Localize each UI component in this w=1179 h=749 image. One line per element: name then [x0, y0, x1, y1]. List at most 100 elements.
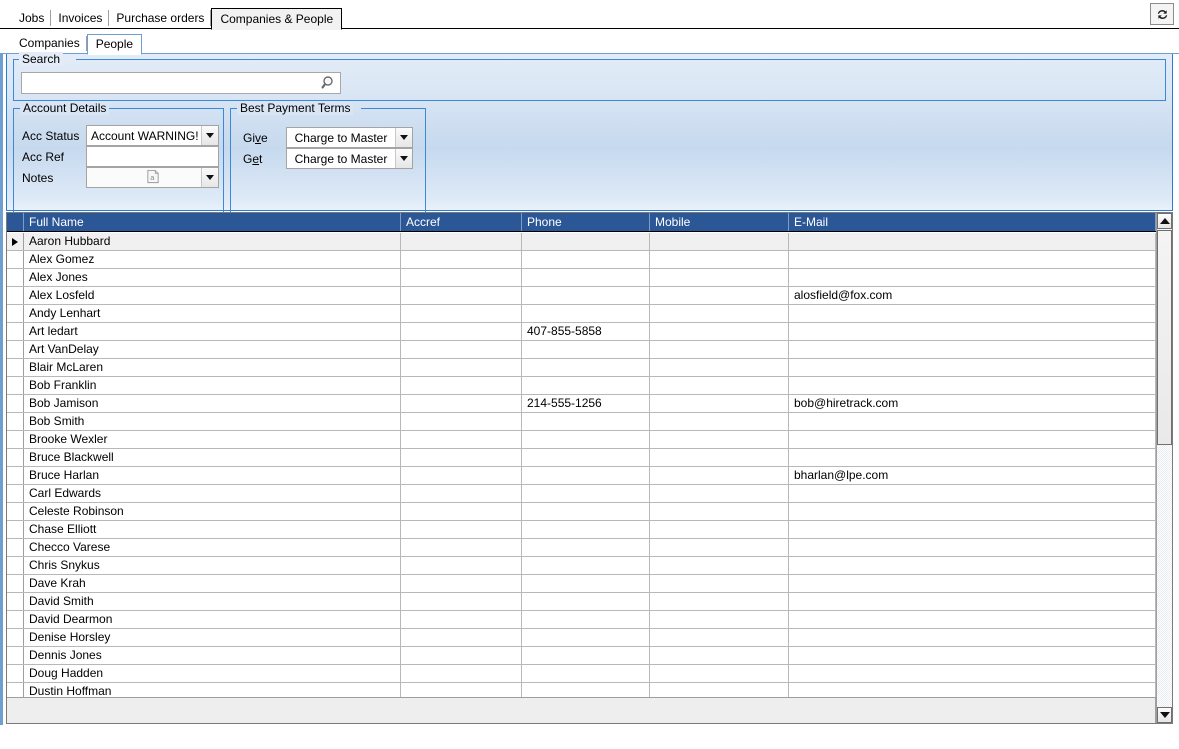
grid-column-header-email[interactable]: E-Mail	[789, 213, 1156, 231]
cell-email[interactable]	[789, 539, 1156, 556]
cell-full-name[interactable]: Aaron Hubbard	[24, 233, 401, 250]
cell-email[interactable]: bharlan@lpe.com	[789, 467, 1156, 484]
cell-phone[interactable]	[522, 359, 650, 376]
cell-mobile[interactable]	[650, 485, 789, 502]
cell-email[interactable]	[789, 323, 1156, 340]
chevron-down-icon[interactable]	[395, 128, 412, 147]
cell-full-name[interactable]: Bob Jamison	[24, 395, 401, 412]
cell-mobile[interactable]	[650, 323, 789, 340]
cell-email[interactable]	[789, 341, 1156, 358]
row-indicator-cell[interactable]	[7, 305, 24, 322]
chevron-down-icon[interactable]	[395, 149, 412, 168]
grid-column-header-indicator[interactable]	[7, 213, 24, 231]
table-row[interactable]: Doug Hadden	[7, 665, 1156, 683]
tab-purchase-orders[interactable]: Purchase orders	[109, 7, 211, 29]
cell-mobile[interactable]	[650, 665, 789, 682]
row-indicator-cell[interactable]	[7, 557, 24, 574]
row-indicator-cell[interactable]	[7, 413, 24, 430]
cell-accref[interactable]	[401, 593, 522, 610]
cell-mobile[interactable]	[650, 341, 789, 358]
cell-phone[interactable]	[522, 521, 650, 538]
cell-mobile[interactable]	[650, 251, 789, 268]
cell-full-name[interactable]: Bob Franklin	[24, 377, 401, 394]
cell-full-name[interactable]: Chase Elliott	[24, 521, 401, 538]
cell-phone[interactable]	[522, 413, 650, 430]
table-row[interactable]: Alex Jones	[7, 269, 1156, 287]
cell-phone[interactable]	[522, 251, 650, 268]
table-row[interactable]: Blair McLaren	[7, 359, 1156, 377]
row-indicator-cell[interactable]	[7, 431, 24, 448]
cell-full-name[interactable]: Bruce Blackwell	[24, 449, 401, 466]
cell-mobile[interactable]	[650, 449, 789, 466]
table-row[interactable]: Denise Horsley	[7, 629, 1156, 647]
row-indicator-cell[interactable]	[7, 233, 24, 250]
scroll-down-button[interactable]	[1157, 707, 1172, 723]
grid-column-header-accref[interactable]: Accref	[401, 213, 522, 231]
cell-accref[interactable]	[401, 449, 522, 466]
cell-phone[interactable]	[522, 629, 650, 646]
cell-email[interactable]	[789, 233, 1156, 250]
cell-accref[interactable]	[401, 395, 522, 412]
table-row[interactable]: Alex Gomez	[7, 251, 1156, 269]
cell-email[interactable]	[789, 503, 1156, 520]
refresh-button[interactable]	[1150, 3, 1174, 25]
cell-accref[interactable]	[401, 413, 522, 430]
cell-email[interactable]	[789, 269, 1156, 286]
row-indicator-cell[interactable]	[7, 611, 24, 628]
acc-ref-input[interactable]	[86, 146, 219, 167]
cell-full-name[interactable]: Art VanDelay	[24, 341, 401, 358]
notes-combo[interactable]: a	[86, 167, 219, 188]
cell-mobile[interactable]	[650, 377, 789, 394]
cell-mobile[interactable]	[650, 287, 789, 304]
table-row[interactable]: David Smith	[7, 593, 1156, 611]
chevron-down-icon[interactable]	[201, 126, 218, 145]
cell-full-name[interactable]: Dennis Jones	[24, 647, 401, 664]
tab-companies[interactable]: Companies	[12, 33, 87, 54]
chevron-down-icon[interactable]	[201, 168, 218, 187]
cell-accref[interactable]	[401, 557, 522, 574]
cell-accref[interactable]	[401, 647, 522, 664]
grid-vertical-scrollbar[interactable]	[1156, 213, 1172, 723]
row-indicator-cell[interactable]	[7, 665, 24, 682]
grid-column-header-phone[interactable]: Phone	[522, 213, 650, 231]
cell-mobile[interactable]	[650, 647, 789, 664]
cell-full-name[interactable]: Alex Gomez	[24, 251, 401, 268]
cell-full-name[interactable]: David Dearmon	[24, 611, 401, 628]
row-indicator-cell[interactable]	[7, 449, 24, 466]
cell-email[interactable]	[789, 431, 1156, 448]
cell-full-name[interactable]: Celeste Robinson	[24, 503, 401, 520]
row-indicator-cell[interactable]	[7, 647, 24, 664]
grid-column-header-mobile[interactable]: Mobile	[650, 213, 789, 231]
get-terms-combo[interactable]: Charge to Master	[286, 148, 413, 169]
cell-mobile[interactable]	[650, 305, 789, 322]
tab-jobs[interactable]: Jobs	[12, 7, 51, 29]
cell-full-name[interactable]: Andy Lenhart	[24, 305, 401, 322]
cell-mobile[interactable]	[650, 413, 789, 430]
row-indicator-cell[interactable]	[7, 629, 24, 646]
cell-full-name[interactable]: Alex Losfeld	[24, 287, 401, 304]
tab-people[interactable]: People	[87, 34, 142, 55]
cell-accref[interactable]	[401, 341, 522, 358]
table-row[interactable]: Carl Edwards	[7, 485, 1156, 503]
row-indicator-cell[interactable]	[7, 341, 24, 358]
table-row[interactable]: Andy Lenhart	[7, 305, 1156, 323]
cell-mobile[interactable]	[650, 539, 789, 556]
cell-email[interactable]	[789, 557, 1156, 574]
cell-accref[interactable]	[401, 287, 522, 304]
table-row[interactable]: Bruce Blackwell	[7, 449, 1156, 467]
cell-mobile[interactable]	[650, 629, 789, 646]
row-indicator-cell[interactable]	[7, 485, 24, 502]
search-input[interactable]	[22, 74, 318, 92]
table-row[interactable]: Checco Varese	[7, 539, 1156, 557]
cell-email[interactable]	[789, 485, 1156, 502]
row-indicator-cell[interactable]	[7, 395, 24, 412]
search-input-wrapper[interactable]	[21, 72, 341, 94]
cell-phone[interactable]	[522, 287, 650, 304]
cell-accref[interactable]	[401, 233, 522, 250]
table-row[interactable]: Bruce Harlanbharlan@lpe.com	[7, 467, 1156, 485]
cell-phone[interactable]	[522, 539, 650, 556]
cell-full-name[interactable]: Alex Jones	[24, 269, 401, 286]
cell-mobile[interactable]	[650, 431, 789, 448]
scroll-up-button[interactable]	[1157, 213, 1172, 229]
cell-email[interactable]	[789, 449, 1156, 466]
